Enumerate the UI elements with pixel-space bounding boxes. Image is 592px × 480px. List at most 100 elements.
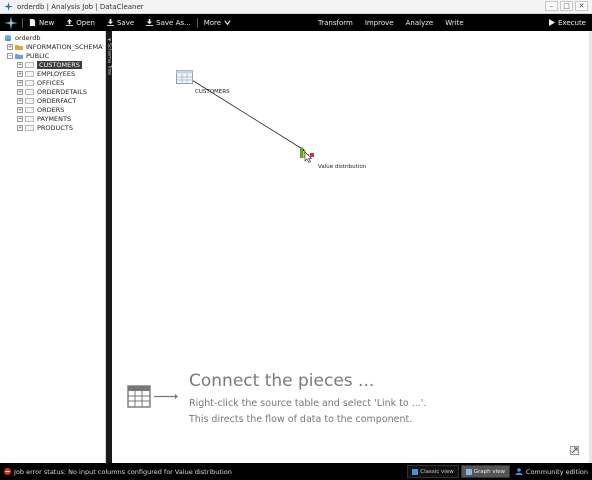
execute-button[interactable]: Execute <box>549 14 586 31</box>
customers-node-label: CUSTOMERS <box>195 89 230 95</box>
expand-icon[interactable]: + <box>17 106 23 113</box>
tree-root-datastore[interactable]: orderdb <box>4 33 40 42</box>
expand-icon[interactable]: + <box>17 79 23 86</box>
tree-table-orderfact[interactable]: + ORDERFACT <box>17 96 76 105</box>
job-error-status[interactable]: Job error status: No input columns confi… <box>4 468 232 476</box>
open-job-label: Open <box>76 18 95 27</box>
table-link-hint-icon <box>127 385 178 408</box>
schema-tree: orderdb + INFORMATION_SCHEMA − PUBLIC + … <box>0 31 106 463</box>
collapse-icon[interactable]: − <box>7 52 13 59</box>
save-as-icon <box>146 19 154 26</box>
tree-table-label: EMPLOYEES <box>37 69 76 78</box>
close-window-button[interactable]: ✕ <box>575 1 588 11</box>
save-as-button[interactable]: Save As... <box>140 14 197 31</box>
job-error-text: Job error status: No input columns confi… <box>14 467 232 476</box>
transform-menu[interactable]: Transform <box>312 14 359 31</box>
datacleaner-logo-icon <box>0 14 22 31</box>
datacleaner-app-icon <box>3 2 13 12</box>
tree-schema-label: PUBLIC <box>26 51 50 60</box>
tree-table-customers[interactable]: + CUSTOMERS <box>17 60 82 69</box>
classic-view-icon <box>412 468 419 475</box>
main-toolbar: New Open Save Save As... More Transform … <box>0 14 592 31</box>
tree-table-orderdetails[interactable]: + ORDERDETAILS <box>17 87 87 96</box>
value-distribution-node-label: Value distribution <box>318 164 367 170</box>
link-customers-to-value-distribution <box>186 76 305 151</box>
graph-view-icon <box>465 468 472 475</box>
tree-table-products[interactable]: + PRODUCTS <box>17 123 73 132</box>
save-job-button[interactable]: Save <box>101 14 140 31</box>
tree-schema-information[interactable]: + INFORMATION_SCHEMA <box>7 42 103 51</box>
table-icon <box>25 70 34 77</box>
play-icon <box>549 19 555 26</box>
maximize-button[interactable]: □ <box>560 1 573 11</box>
execute-label: Execute <box>558 18 586 27</box>
tree-table-payments[interactable]: + PAYMENTS <box>17 114 71 123</box>
new-job-button[interactable]: New <box>23 14 60 31</box>
expand-icon[interactable]: + <box>17 97 23 104</box>
more-menu-button[interactable]: More <box>198 14 237 31</box>
tree-root-label: orderdb <box>15 33 41 42</box>
database-icon <box>5 34 11 41</box>
save-as-label: Save As... <box>156 18 191 27</box>
hint-explanation: This directs the flow of data to the com… <box>189 414 413 425</box>
tree-schema-label: INFORMATION_SCHEMA <box>26 42 103 51</box>
tree-table-orders[interactable]: + ORDERS <box>17 105 64 114</box>
tree-table-label: ORDERS <box>37 105 65 114</box>
expand-icon[interactable]: + <box>17 70 23 77</box>
table-icon <box>25 61 34 68</box>
tree-schema-public[interactable]: − PUBLIC <box>7 51 49 60</box>
tree-table-label: ORDERFACT <box>37 96 77 105</box>
value-distribution-node-icon[interactable] <box>299 145 315 163</box>
folder-open-icon <box>15 53 23 59</box>
chevron-down-icon <box>224 20 231 26</box>
write-menu[interactable]: Write <box>439 14 469 31</box>
expand-icon[interactable]: + <box>17 124 23 131</box>
status-bar: Job error status: No input columns confi… <box>0 463 592 480</box>
save-job-label: Save <box>116 18 135 27</box>
table-icon <box>25 88 34 95</box>
tree-table-employees[interactable]: + EMPLOYEES <box>17 69 75 78</box>
table-icon <box>25 124 34 131</box>
expand-icon[interactable]: + <box>17 115 23 122</box>
edition-label: Community edition <box>525 467 588 476</box>
minimize-button[interactable]: – <box>545 1 558 11</box>
customers-table-node-icon[interactable] <box>176 70 193 84</box>
table-icon <box>25 106 34 113</box>
job-graph-canvas[interactable]: CUSTOMERS Value distribution Connect the… <box>112 31 589 463</box>
improve-menu[interactable]: Improve <box>359 14 400 31</box>
open-job-button[interactable]: Open <box>60 14 101 31</box>
table-icon <box>25 115 34 122</box>
tree-table-label: ORDERDETAILS <box>37 87 87 96</box>
tree-table-label: CUSTOMERS <box>37 60 82 69</box>
window-titlebar: orderdb | Analysis Job | DataCleaner – □… <box>0 0 592 14</box>
tree-table-offices[interactable]: + OFFICES <box>17 78 64 87</box>
expand-icon[interactable]: + <box>17 61 23 68</box>
expand-icon[interactable]: + <box>17 88 23 95</box>
tree-table-label: PRODUCTS <box>37 123 73 132</box>
save-icon <box>106 19 114 26</box>
classic-view-label: Classic view <box>420 468 454 475</box>
expand-icon[interactable]: + <box>7 43 13 50</box>
hint-instruction: Right-click the source table and select … <box>189 398 427 409</box>
folder-icon <box>15 44 23 50</box>
graph-view-button[interactable]: Graph view <box>460 465 510 478</box>
classic-view-button[interactable]: Classic view <box>407 465 459 478</box>
window-title: orderdb | Analysis Job | DataCleaner <box>17 2 144 11</box>
graph-fit-icon[interactable] <box>570 446 579 455</box>
error-icon <box>4 468 11 475</box>
graph-view-label: Graph view <box>473 468 505 475</box>
table-icon <box>25 79 34 86</box>
community-edition-badge[interactable]: Community edition <box>515 463 588 480</box>
analyze-menu[interactable]: Analyze <box>400 14 440 31</box>
hint-title: Connect the pieces ... <box>189 371 375 391</box>
tree-table-label: PAYMENTS <box>37 114 72 123</box>
new-file-icon <box>29 19 36 26</box>
open-icon <box>66 19 74 26</box>
new-job-label: New <box>39 18 55 27</box>
more-menu-label: More <box>203 18 222 27</box>
community-users-icon <box>515 468 523 475</box>
component-nav: Transform Improve Analyze Write <box>312 14 470 31</box>
tree-table-label: OFFICES <box>37 78 65 87</box>
table-icon <box>25 97 34 104</box>
view-toggle: Classic view Graph view <box>407 465 510 478</box>
